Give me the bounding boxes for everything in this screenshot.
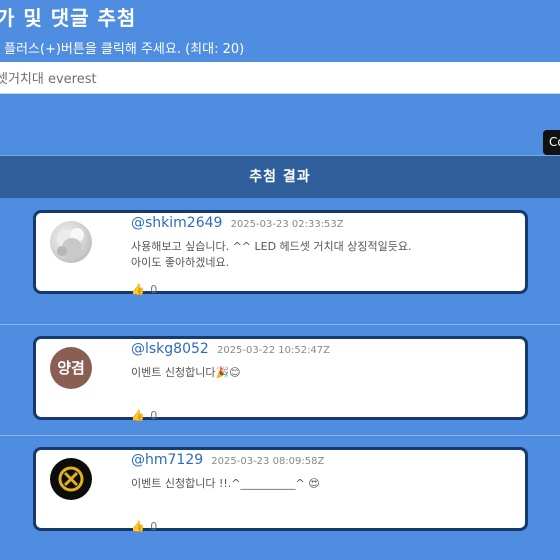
comment-text: 이벤트 신청합니다 !!.^__________^ 😍: [131, 476, 511, 492]
x-emblem-avatar-icon: [58, 466, 84, 492]
like-count: 👍 0: [131, 283, 157, 296]
username-link[interactable]: @hm7129: [131, 452, 203, 468]
comment-timestamp: 2025-03-23 08:09:58Z: [211, 456, 325, 467]
photo-avatar-icon: [57, 228, 84, 258]
divider: [0, 324, 560, 325]
comment-line: 이벤트 신청합니다 !!.^__________^ 😍: [131, 477, 320, 490]
like-count: 👍 0: [131, 409, 157, 422]
comment-author: @hm7129 2025-03-23 08:09:58Z: [131, 452, 324, 468]
thumbs-up-icon: 👍: [131, 283, 145, 296]
comment-author: @shkim2649 2025-03-23 02:33:53Z: [131, 215, 344, 231]
copy-button[interactable]: Co: [543, 130, 560, 155]
username-link[interactable]: @lskg8052: [131, 341, 209, 357]
comment-timestamp: 2025-03-23 02:33:53Z: [230, 219, 344, 230]
comment-text: 이벤트 신청합니다🎉😊: [131, 365, 511, 381]
search-field[interactable]: [0, 62, 560, 94]
comment-card: 양겸 @lskg8052 2025-03-22 10:52:47Z 이벤트 신청…: [33, 336, 528, 422]
search-input[interactable]: [0, 62, 556, 93]
comment-card: @hm7129 2025-03-23 08:09:58Z 이벤트 신청합니다 !…: [33, 447, 528, 533]
like-count: 👍 0: [131, 520, 157, 533]
comment-line: 아이도 좋아하겠네요.: [131, 256, 230, 269]
like-count-value: 0: [150, 283, 158, 296]
thumbs-up-icon: 👍: [131, 409, 145, 422]
avatar: [50, 221, 92, 263]
page: 가 및 댓글 추첨 플러스(+)버튼을 클릭해 주세요. (최대: 20) Co…: [0, 0, 560, 560]
instruction-text: 플러스(+)버튼을 클릭해 주세요. (최대: 20): [4, 42, 245, 57]
comment-line: 이벤트 신청합니다🎉😊: [131, 366, 241, 379]
comment-line: 사용해보고 싶습니다. ^^ LED 헤드셋 거치대 상징적일듯요.: [131, 240, 412, 253]
divider: [0, 435, 560, 436]
like-count-value: 0: [150, 520, 158, 533]
comment-card: @shkim2649 2025-03-23 02:33:53Z 사용해보고 싶습…: [33, 210, 528, 296]
comment-timestamp: 2025-03-22 10:52:47Z: [216, 345, 331, 356]
username-link[interactable]: @shkim2649: [131, 215, 222, 231]
thumbs-up-icon: 👍: [131, 520, 145, 533]
avatar: 양겸: [50, 347, 92, 389]
comment-text: 사용해보고 싶습니다. ^^ LED 헤드셋 거치대 상징적일듯요. 아이도 좋…: [131, 239, 511, 271]
avatar: [50, 458, 92, 500]
results-header: 추첨 결과: [0, 155, 560, 198]
comment-author: @lskg8052 2025-03-22 10:52:47Z: [131, 341, 330, 357]
like-count-value: 0: [150, 409, 158, 422]
page-title: 가 및 댓글 추첨: [0, 6, 137, 30]
